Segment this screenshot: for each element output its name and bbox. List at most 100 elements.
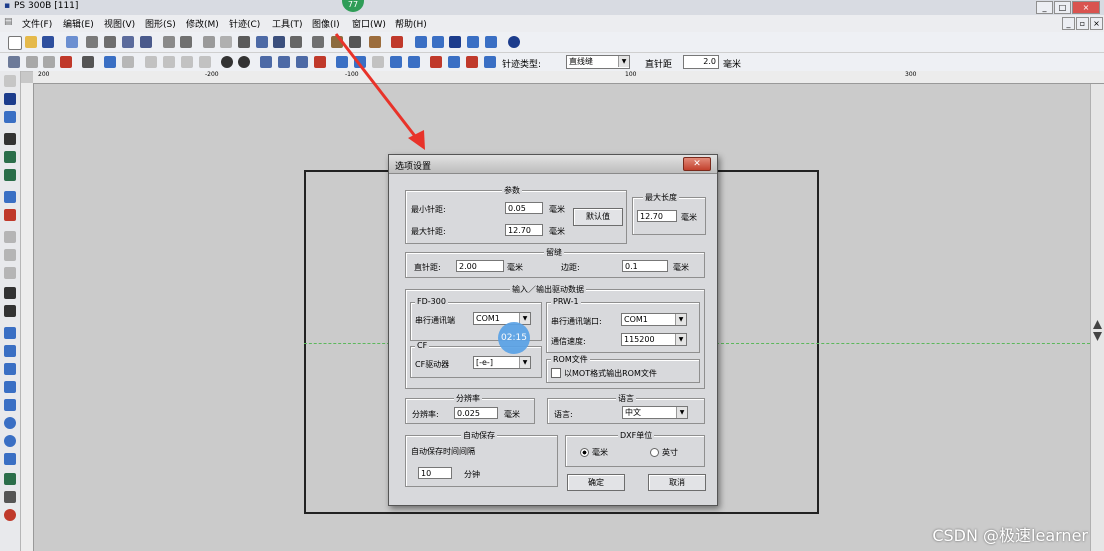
tool-icon[interactable] xyxy=(4,267,16,279)
pin-icon[interactable] xyxy=(4,509,16,521)
curve-tool-icon[interactable] xyxy=(4,345,16,357)
zoom-all-icon[interactable] xyxy=(485,36,497,48)
menu-tools[interactable]: 工具(T) xyxy=(272,17,303,30)
menu-stitch[interactable]: 针迹(C) xyxy=(229,17,260,30)
menu-modify[interactable]: 修改(M) xyxy=(186,17,219,30)
undo-icon[interactable] xyxy=(104,56,116,68)
tool-icon[interactable] xyxy=(273,36,285,48)
tool-icon[interactable] xyxy=(278,56,290,68)
rotate-right-icon[interactable] xyxy=(238,56,250,68)
margin-straight-input[interactable]: 2.00 xyxy=(456,260,504,272)
dxf-mm-radio[interactable] xyxy=(580,448,589,457)
copy-icon[interactable] xyxy=(26,56,38,68)
tool-icon[interactable] xyxy=(4,209,16,221)
mot-checkbox[interactable] xyxy=(551,368,561,378)
max-length-input[interactable]: 12.70 xyxy=(637,210,677,222)
redo-icon[interactable] xyxy=(122,56,134,68)
find-icon[interactable] xyxy=(82,56,94,68)
tool-icon[interactable] xyxy=(448,56,460,68)
tool-icon[interactable] xyxy=(290,36,302,48)
stitch-tool-icon[interactable] xyxy=(312,36,324,48)
menu-help[interactable]: 帮助(H) xyxy=(395,17,427,30)
help-icon[interactable] xyxy=(508,36,520,48)
tool-icon[interactable] xyxy=(181,56,193,68)
fd300-port-select[interactable]: COM1 ▼ xyxy=(473,312,531,325)
menu-window[interactable]: 窗口(W) xyxy=(352,17,386,30)
delete-icon[interactable] xyxy=(60,56,72,68)
paste-icon[interactable] xyxy=(43,56,55,68)
tool-icon[interactable] xyxy=(86,36,98,48)
arc-tool-icon[interactable] xyxy=(4,363,16,375)
circle-tool-icon[interactable] xyxy=(4,417,16,429)
open-folder-icon[interactable] xyxy=(25,36,37,48)
menu-view[interactable]: 视图(V) xyxy=(104,17,135,30)
default-button[interactable]: 默认值 xyxy=(573,208,623,226)
ok-button[interactable]: 确定 xyxy=(567,474,625,491)
tool-icon[interactable] xyxy=(145,56,157,68)
menu-file[interactable]: 文件(F) xyxy=(22,17,52,30)
zoom-fit-icon[interactable] xyxy=(467,36,479,48)
curve-tool-icon[interactable] xyxy=(4,327,16,339)
edge-input[interactable]: 0.1 xyxy=(622,260,668,272)
vertical-scrollbar[interactable] xyxy=(1090,84,1104,551)
autosave-interval-input[interactable]: 10 xyxy=(418,467,452,479)
rotate-left-icon[interactable] xyxy=(221,56,233,68)
menu-shape[interactable]: 图形(S) xyxy=(145,17,176,30)
tool-icon[interactable] xyxy=(163,56,175,68)
tool-icon[interactable] xyxy=(4,169,16,181)
import-icon[interactable] xyxy=(66,36,78,48)
menu-edit[interactable]: 编辑(E) xyxy=(63,17,94,30)
resolution-input[interactable]: 0.025 xyxy=(454,407,498,419)
tool-icon[interactable] xyxy=(199,56,211,68)
tool-icon[interactable] xyxy=(4,93,16,105)
print-preview-icon[interactable] xyxy=(163,36,175,48)
close-button[interactable]: × xyxy=(1072,1,1100,14)
line-tool-icon[interactable] xyxy=(4,305,16,317)
line-tool-icon[interactable] xyxy=(4,287,16,299)
tool-icon[interactable] xyxy=(484,56,496,68)
tool-icon[interactable] xyxy=(4,111,16,123)
gear-icon[interactable] xyxy=(4,491,16,503)
tool-icon[interactable] xyxy=(296,56,308,68)
tool-icon[interactable] xyxy=(4,249,16,261)
select-tool-icon[interactable] xyxy=(4,133,16,145)
language-select[interactable]: 中文 ▼ xyxy=(622,406,688,419)
cancel-button[interactable]: 取消 xyxy=(648,474,706,491)
baud-select[interactable]: 115200 ▼ xyxy=(621,333,687,346)
scroll-up-arrow-icon[interactable] xyxy=(1093,320,1102,329)
rect-tool-icon[interactable] xyxy=(4,381,16,393)
circle-tool-icon[interactable] xyxy=(4,435,16,447)
tool-icon[interactable] xyxy=(314,56,326,68)
save-icon[interactable] xyxy=(42,36,54,48)
ellipse-tool-icon[interactable] xyxy=(4,453,16,465)
minimize-button[interactable]: _ xyxy=(1036,1,1053,14)
cut-icon[interactable] xyxy=(8,56,20,68)
max-stitch-input[interactable]: 12.70 xyxy=(505,224,543,236)
dialog-close-button[interactable]: ✕ xyxy=(683,157,711,171)
tool-icon[interactable] xyxy=(4,151,16,163)
mdi-close-button[interactable]: × xyxy=(1090,17,1103,30)
min-stitch-input[interactable]: 0.05 xyxy=(505,202,543,214)
tool-icon[interactable] xyxy=(4,75,16,87)
tool-icon[interactable] xyxy=(122,36,134,48)
polygon-tool-icon[interactable] xyxy=(4,399,16,411)
tool-icon[interactable] xyxy=(104,36,116,48)
maximize-button[interactable]: □ xyxy=(1054,1,1071,14)
prw1-port-select[interactable]: COM1 ▼ xyxy=(621,313,687,326)
tool-icon[interactable] xyxy=(220,36,232,48)
menu-image[interactable]: 图像(I) xyxy=(312,17,340,30)
print-icon[interactable] xyxy=(180,36,192,48)
zoom-1to1-icon[interactable] xyxy=(449,36,461,48)
new-file-icon[interactable] xyxy=(8,36,22,50)
cf-drive-select[interactable]: [-e-] ▼ xyxy=(473,356,531,369)
tool-icon[interactable] xyxy=(4,473,16,485)
mdi-restore-button[interactable]: ▫ xyxy=(1076,17,1089,30)
tool-icon[interactable] xyxy=(4,231,16,243)
tool-icon[interactable] xyxy=(466,56,478,68)
mdi-minimize-button[interactable]: _ xyxy=(1062,17,1075,30)
tool-icon[interactable] xyxy=(203,36,215,48)
stitch-type-select[interactable]: 直线缝 ▼ xyxy=(566,55,630,69)
straight-stitch-input[interactable]: 2.0 xyxy=(683,55,719,69)
tool-icon[interactable] xyxy=(256,36,268,48)
tool-icon[interactable] xyxy=(260,56,272,68)
